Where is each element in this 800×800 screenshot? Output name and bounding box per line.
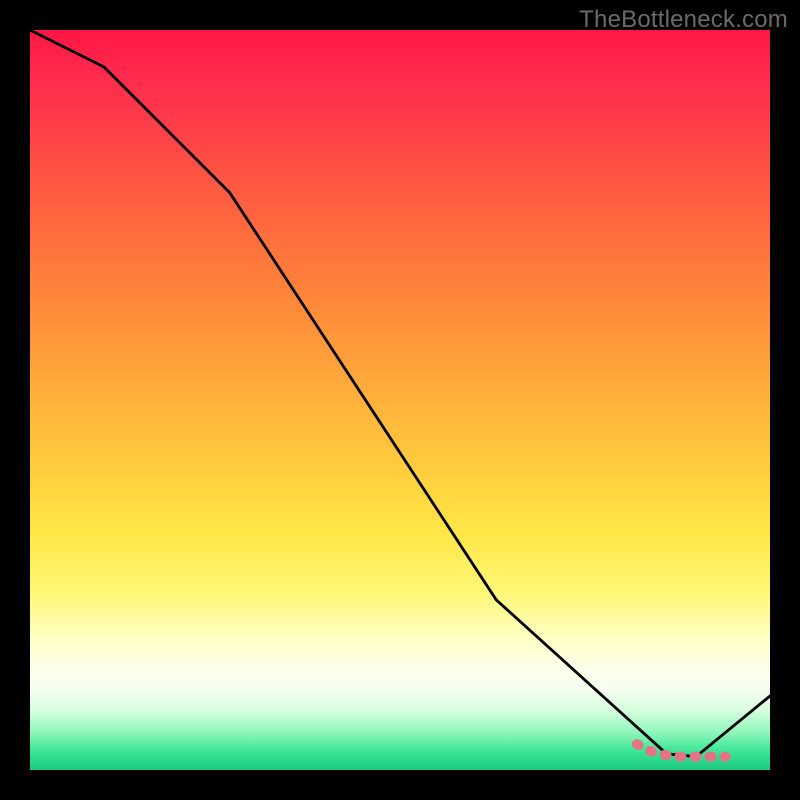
highlight-segment — [637, 744, 726, 757]
chart-overlay — [30, 30, 770, 770]
main-curve — [30, 30, 770, 757]
chart-frame: TheBottleneck.com — [0, 0, 800, 800]
watermark-text: TheBottleneck.com — [579, 6, 788, 34]
plot-area — [30, 30, 770, 770]
